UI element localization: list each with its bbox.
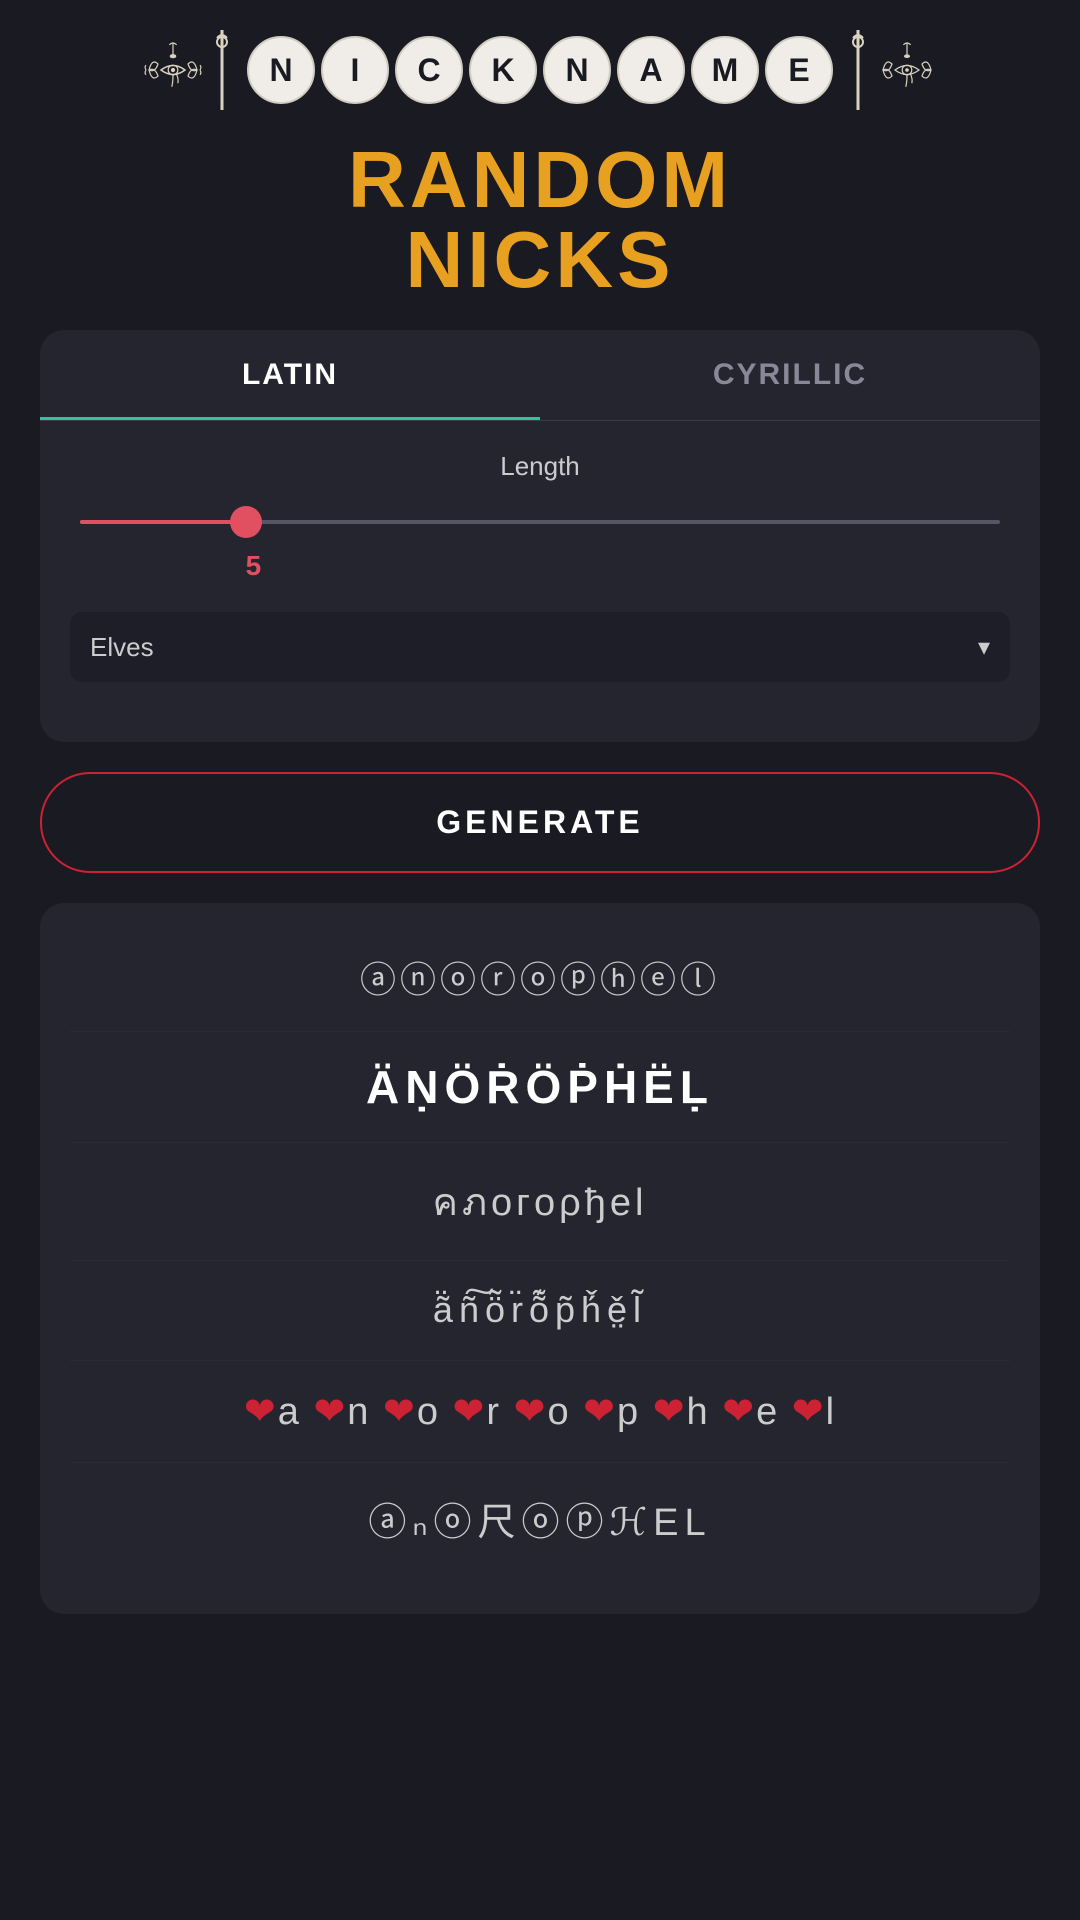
nickname-logo: N I C K N A M E (247, 36, 833, 104)
header: N I C K N A M E (0, 0, 1080, 120)
letter-C: C (395, 36, 463, 104)
slider-track (80, 520, 1000, 524)
letter-M: M (691, 36, 759, 104)
tab-content-latin: Length 5 Elves ▾ (40, 421, 1040, 712)
letter-N2: N (543, 36, 611, 104)
slider-value: 5 (80, 550, 1000, 582)
dropdown-arrow-icon: ▾ (978, 633, 990, 662)
dropdown-container: Elves ▾ (70, 612, 1010, 682)
result-bold-dots: ÄṆÖṘÖṖḢËḶ (70, 1032, 1010, 1143)
slider-wrapper (80, 502, 1000, 542)
slider-container: 5 (70, 502, 1010, 582)
letter-E: E (765, 36, 833, 104)
letter-I: I (321, 36, 389, 104)
result-stacked: ã̈ñ͠ö̃r̈õ͊p̃ȟ́ě̤l̃ (70, 1261, 1010, 1361)
slider-fill (80, 520, 246, 524)
deco-right (843, 30, 937, 110)
slider-thumb[interactable] (230, 506, 262, 538)
tabs-container: LATIN CYRILLIC (40, 330, 1040, 421)
tab-cyrillic[interactable]: CYRILLIC (540, 330, 1040, 420)
result-hearts: ❤a ❤n ❤o ❤r ❤o ❤p ❤h ❤e ❤l (70, 1361, 1010, 1463)
deco-right-icon (877, 40, 937, 100)
dropdown-label: Elves (90, 632, 154, 663)
letter-A: A (617, 36, 685, 104)
generate-button[interactable]: GENERATE (40, 772, 1040, 873)
letter-N: N (247, 36, 315, 104)
title-line1: RANDOM (0, 140, 1080, 220)
letter-K: K (469, 36, 537, 104)
staff-right-icon (843, 30, 873, 110)
result-circled: ⓐⓝⓞⓡⓞⓟⓗⓔⓛ (70, 923, 1010, 1032)
deco-left (143, 30, 237, 110)
title-line2: NICKS (0, 220, 1080, 300)
length-label: Length (70, 451, 1010, 482)
result-fancy: ⓐₙⓞ尺ⓞⓟℋEL (70, 1463, 1010, 1574)
deco-left-icon (143, 40, 203, 100)
tab-latin[interactable]: LATIN (40, 330, 540, 420)
main-card: LATIN CYRILLIC Length 5 Elves ▾ (40, 330, 1040, 742)
result-angular: คภoгoρђel (70, 1143, 1010, 1261)
dropdown-select[interactable]: Elves ▾ (90, 612, 990, 682)
title-block: RANDOM NICKS (0, 140, 1080, 300)
results-card: ⓐⓝⓞⓡⓞⓟⓗⓔⓛ ÄṆÖṘÖṖḢËḶ คภoгoρђel ã̈ñ͠ö̃r̈õ͊… (40, 903, 1040, 1614)
staff-left-icon (207, 30, 237, 110)
